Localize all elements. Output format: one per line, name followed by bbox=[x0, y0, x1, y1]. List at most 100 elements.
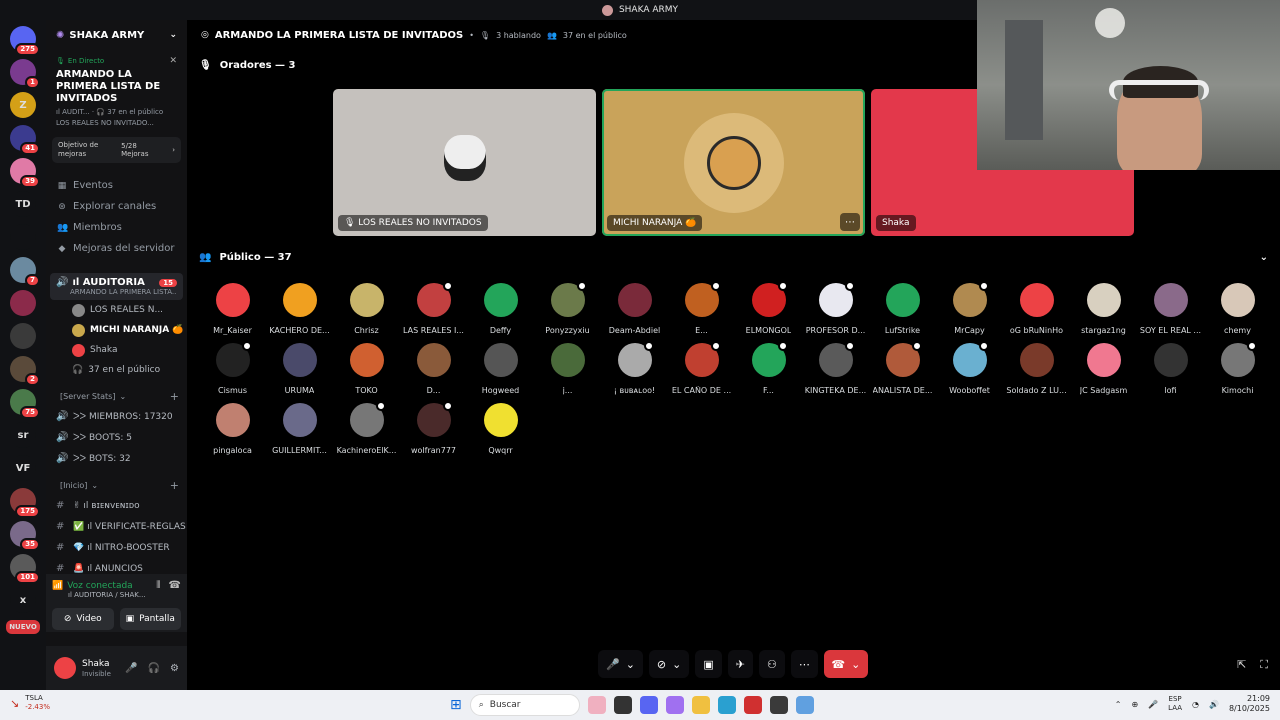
audience-member[interactable]: Deam-Abdiel bbox=[601, 283, 668, 335]
server-icon-2[interactable]: Z bbox=[10, 92, 36, 118]
audience-member[interactable]: EL CAÑO DE ... bbox=[668, 341, 735, 395]
audience-member[interactable]: wolfran777 bbox=[400, 401, 467, 455]
server-icon-13[interactable]: VF bbox=[10, 455, 36, 481]
audience-member[interactable]: KINGTEKA DE... bbox=[802, 341, 869, 395]
nav-item-1[interactable]: ⊛ Explorar canales bbox=[46, 196, 187, 217]
server-icon-4[interactable]: 39 bbox=[10, 158, 40, 188]
video-button[interactable]: ⊘ Video bbox=[52, 608, 114, 630]
voice-channel-auditoria[interactable]: 🔊 ıl AUDITORIA 15 ARMANDO LA PRIMERA LIS… bbox=[50, 273, 183, 300]
audience-member[interactable]: JC Sadgasm bbox=[1070, 343, 1137, 395]
share-screen-button[interactable]: ▣ bbox=[695, 650, 722, 678]
folder-icon[interactable] bbox=[691, 696, 710, 714]
server-icon-8[interactable] bbox=[10, 290, 36, 316]
pdf-icon[interactable] bbox=[743, 696, 762, 714]
invite-button[interactable]: ⚇ bbox=[758, 650, 785, 678]
channel-item[interactable]: 🔊 ᐳᐳ BOOTS: 5 bbox=[46, 427, 187, 448]
mute-button[interactable]: 🎤 ⌄ bbox=[598, 650, 643, 678]
voice-member[interactable]: Shaka bbox=[46, 340, 187, 360]
boost-goal[interactable]: Objetivo de mejoras 5/28 Mejoras › bbox=[52, 137, 181, 163]
server-icon-16[interactable]: 101 bbox=[10, 554, 40, 584]
audience-member[interactable]: PROFESOR D... bbox=[802, 281, 869, 335]
audience-member[interactable]: GUILLERMIT... bbox=[266, 403, 333, 455]
network-icon[interactable]: ⊕ bbox=[1132, 700, 1139, 709]
server-header[interactable]: ✺ SHAKA ARMY ⌄ bbox=[46, 20, 187, 50]
audience-member[interactable]: Hogweed bbox=[467, 343, 534, 395]
server-icon-17[interactable]: x bbox=[10, 587, 36, 613]
stock-widget[interactable]: ↘ TSLA -2.43% bbox=[10, 694, 50, 712]
nav-item-2[interactable]: 👥 Miembros bbox=[46, 217, 187, 238]
audience-member[interactable]: Deffy bbox=[467, 283, 534, 335]
category-server-stats[interactable]: [Server Stats] ⌄ + bbox=[46, 386, 187, 406]
screen-share-button[interactable]: ▣ Pantalla bbox=[119, 608, 181, 630]
server-icon-7[interactable]: 7 bbox=[10, 257, 40, 287]
server-icon-15[interactable]: 35 bbox=[10, 521, 40, 551]
edge-icon[interactable] bbox=[717, 696, 736, 714]
audience-member[interactable]: Soldado Z LU... bbox=[1003, 343, 1070, 395]
audience-member[interactable]: URUMA bbox=[266, 343, 333, 395]
more-icon[interactable]: ⋯ bbox=[840, 213, 860, 231]
microphone-icon[interactable]: 🎤 bbox=[125, 663, 137, 674]
discord-icon[interactable] bbox=[639, 696, 658, 714]
audience-member[interactable]: Ponyzzyxiu bbox=[534, 281, 601, 335]
audience-member[interactable]: pingaloca bbox=[199, 403, 266, 455]
audience-member[interactable]: j... bbox=[534, 343, 601, 395]
audience-member[interactable]: Chrisz bbox=[333, 283, 400, 335]
server-icon-5[interactable]: TD bbox=[10, 191, 36, 217]
server-icon-10[interactable]: 2 bbox=[10, 356, 40, 386]
server-icon-9[interactable] bbox=[10, 323, 36, 349]
server-icon-6[interactable] bbox=[10, 224, 36, 250]
audience-member[interactable]: chemy bbox=[1204, 283, 1271, 335]
channel-item[interactable]: 🔊 ᐳᐳ BOTS: 32 bbox=[46, 448, 187, 469]
chevron-down-icon[interactable]: ⌄ bbox=[169, 30, 177, 40]
fullscreen-icon[interactable]: ⛶ bbox=[1260, 658, 1268, 672]
live-stage-card[interactable]: 🎙 En Directo ✕ ARMANDO LA PRIMERA LISTA … bbox=[52, 52, 181, 131]
wifi-icon[interactable]: ◔ bbox=[1192, 700, 1199, 709]
audience-member[interactable]: D... bbox=[400, 343, 467, 395]
category-inicio[interactable]: [Inicio] ⌄ + bbox=[46, 475, 187, 495]
microphone-icon[interactable]: 🎤 bbox=[1148, 700, 1158, 709]
server-icon-12[interactable]: sr bbox=[10, 422, 36, 448]
more-button[interactable]: ⋯ bbox=[790, 650, 818, 678]
nav-item-0[interactable]: ▦ Eventos bbox=[46, 175, 187, 196]
audience-member[interactable]: Mr_Kaiser bbox=[199, 283, 266, 335]
audience-member[interactable]: lofi bbox=[1137, 343, 1204, 395]
audience-member[interactable]: oG bRuNinHo bbox=[1003, 283, 1070, 335]
audience-member[interactable]: ¡ ʙᴜʙᴀʟᴏᴏ! bbox=[601, 341, 668, 395]
audience-member[interactable]: MrCapy bbox=[936, 281, 1003, 335]
camera-button[interactable]: ⊘ ⌄ bbox=[648, 650, 690, 678]
audience-header[interactable]: 👥 Público — 37 ⌄ bbox=[187, 242, 1280, 272]
app-icon[interactable] bbox=[587, 696, 606, 714]
server-icon-14[interactable]: 175 bbox=[10, 488, 40, 518]
add-channel-icon[interactable]: + bbox=[170, 479, 179, 492]
chevron-down-icon[interactable]: ⌄ bbox=[1260, 252, 1268, 263]
audience-member[interactable]: ELMONGOL bbox=[735, 281, 802, 335]
audience-member[interactable]: F... bbox=[735, 341, 802, 395]
taskbar-search[interactable]: ⌕ Buscar bbox=[469, 694, 580, 716]
noise-suppression-icon[interactable]: ⦀ bbox=[156, 580, 160, 591]
speaker-tile[interactable]: 🎙 LOS REALES NO INVITADOS bbox=[333, 89, 596, 236]
channel-item[interactable]: 🔊 ᐳᐳ MIEMBROS: 17320 bbox=[46, 406, 187, 427]
notepad-icon[interactable] bbox=[795, 696, 814, 714]
windows-start-icon[interactable]: ⊞ bbox=[450, 697, 462, 713]
server-icon-11[interactable]: 75 bbox=[10, 389, 40, 419]
audience-member[interactable]: stargaz1ng bbox=[1070, 283, 1137, 335]
audience-member[interactable]: LAS REALES I... bbox=[400, 281, 467, 335]
headphones-icon[interactable]: 🎧 bbox=[148, 663, 160, 674]
server-icon-0[interactable]: 275 bbox=[10, 26, 40, 56]
add-channel-icon[interactable]: + bbox=[170, 390, 179, 403]
server-icon-1[interactable]: 1 bbox=[10, 59, 40, 89]
language-indicator[interactable]: ESP LAA bbox=[1168, 695, 1182, 713]
nav-item-3[interactable]: ◆ Mejoras del servidor bbox=[46, 238, 187, 259]
task-view-icon[interactable] bbox=[613, 696, 632, 714]
copilot-icon[interactable] bbox=[665, 696, 684, 714]
channel-item[interactable]: # 💎 ıl NITRO-BOOSTER bbox=[46, 537, 187, 558]
close-icon[interactable]: ✕ bbox=[169, 56, 177, 66]
voice-member[interactable]: MICHI NARANJA 🍊 bbox=[46, 320, 187, 340]
channel-item[interactable]: # ✅ ıl VERIFICATE-REGLAS bbox=[46, 516, 187, 537]
audience-member[interactable]: Kimochi bbox=[1204, 341, 1271, 395]
audience-member[interactable]: ANALISTA DE... bbox=[869, 341, 936, 395]
audience-member[interactable]: TOKO bbox=[333, 343, 400, 395]
chrome-icon[interactable] bbox=[769, 696, 788, 714]
user-panel[interactable]: Shaka Invisible 🎤 🎧 ⚙ bbox=[46, 646, 187, 690]
gear-icon[interactable]: ⚙ bbox=[170, 663, 179, 674]
